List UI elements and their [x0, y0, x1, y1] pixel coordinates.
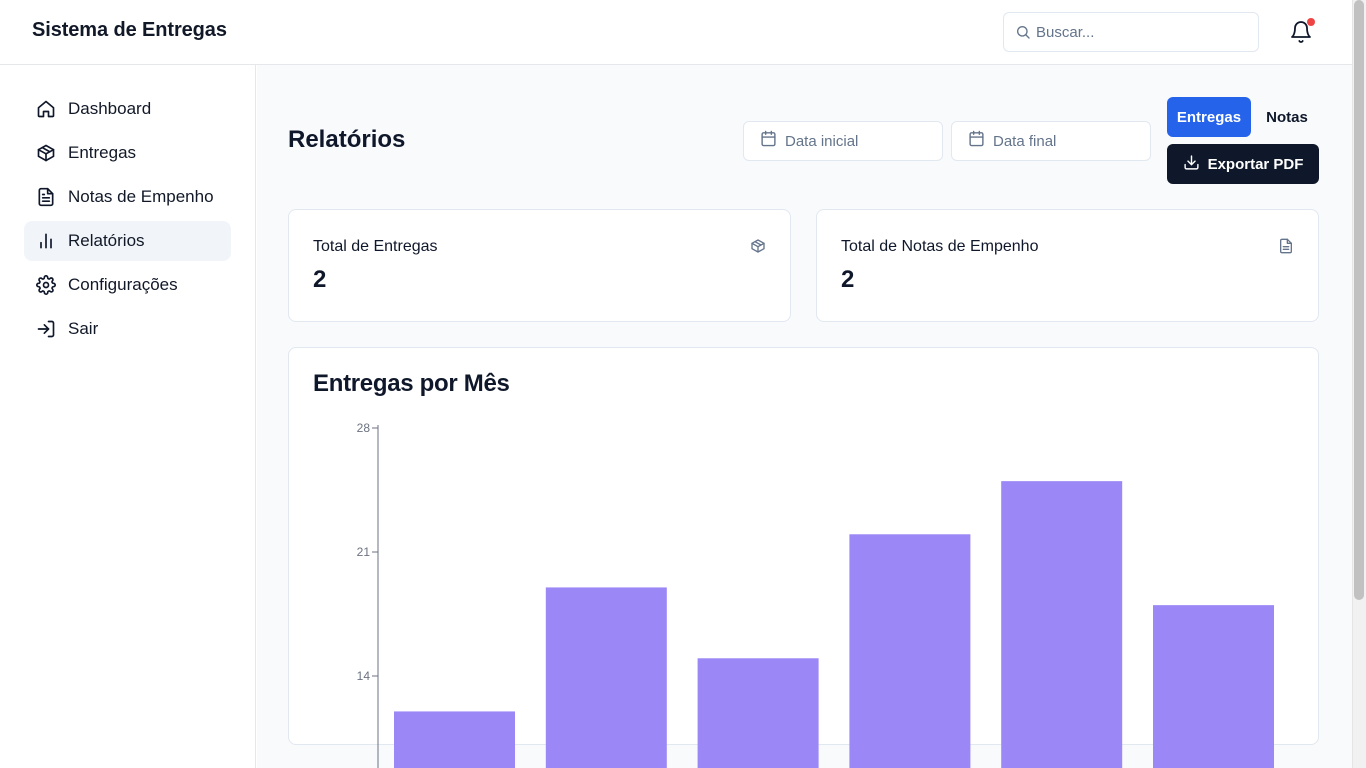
stat-label: Total de Entregas — [313, 238, 438, 255]
page-title: Relatórios — [288, 126, 406, 153]
top-bar: Sistema de Entregas — [0, 0, 1352, 65]
stat-card-total-notas: Total de Notas de Empenho 2 — [816, 209, 1319, 322]
chart-bar — [849, 534, 971, 768]
package-icon — [36, 143, 56, 163]
main-content: Relatórios Data inicial Data final Entre… — [257, 65, 1352, 768]
bar-chart: 14 21 28 — [357, 421, 1274, 768]
sidebar-item-label: Entregas — [68, 143, 137, 162]
sidebar-item-sair[interactable]: Sair — [24, 309, 231, 349]
sidebar-item-label: Configurações — [68, 275, 178, 294]
sidebar-item-label: Notas de Empenho — [68, 187, 214, 206]
tab-entregas[interactable]: Entregas — [1167, 97, 1251, 137]
gear-icon — [36, 275, 56, 295]
search-icon — [1015, 24, 1031, 45]
date-start-picker[interactable]: Data inicial — [743, 121, 943, 161]
bar-chart-icon — [36, 231, 56, 251]
date-end-label: Data final — [993, 132, 1057, 150]
chart-bar — [545, 587, 667, 768]
export-pdf-button[interactable]: Exportar PDF — [1167, 144, 1319, 184]
file-text-icon — [36, 187, 56, 207]
y-tick-label: 14 — [357, 669, 371, 683]
sidebar-item-label: Sair — [68, 319, 99, 338]
y-tick-label: 28 — [357, 421, 371, 435]
sidebar-item-configuracoes[interactable]: Configurações — [24, 265, 231, 305]
home-icon — [36, 99, 56, 119]
date-end-picker[interactable]: Data final — [951, 121, 1151, 161]
notification-dot — [1307, 18, 1315, 26]
calendar-icon — [968, 130, 985, 152]
sidebar-item-label: Relatórios — [68, 231, 145, 250]
chart-bar — [1153, 605, 1274, 768]
sidebar-item-relatorios[interactable]: Relatórios — [24, 221, 231, 261]
app-title: Sistema de Entregas — [32, 19, 227, 41]
stat-card-total-entregas: Total de Entregas 2 — [288, 209, 791, 322]
y-tick-label: 21 — [357, 545, 371, 559]
date-start-label: Data inicial — [785, 132, 859, 150]
search-box[interactable] — [1003, 12, 1259, 52]
chart-bar — [1001, 481, 1123, 768]
sidebar-item-entregas[interactable]: Entregas — [24, 133, 231, 173]
download-icon — [1183, 154, 1200, 175]
package-icon — [750, 238, 766, 259]
stat-value: 2 — [841, 266, 855, 293]
chart-card: Entregas por Mês 14 21 28 — [288, 347, 1319, 768]
scrollbar-thumb[interactable] — [1354, 0, 1364, 600]
calendar-icon — [760, 130, 777, 152]
sidebar-item-label: Dashboard — [68, 99, 152, 118]
stat-value: 2 — [313, 266, 327, 293]
sidebar-item-notas-de-empenho[interactable]: Notas de Empenho — [24, 177, 231, 217]
sidebar-item-dashboard[interactable]: Dashboard — [24, 89, 231, 129]
sidebar: Dashboard Entregas Notas de Empenho Rela… — [0, 65, 256, 768]
export-pdf-label: Exportar PDF — [1207, 155, 1304, 173]
chart-bar — [394, 711, 515, 768]
log-in-icon — [36, 319, 56, 339]
search-input[interactable] — [1036, 13, 1251, 51]
stat-label: Total de Notas de Empenho — [841, 238, 1039, 255]
chart-bar — [697, 658, 819, 768]
file-text-icon — [1278, 238, 1294, 259]
tab-notas[interactable]: Notas — [1255, 97, 1319, 137]
